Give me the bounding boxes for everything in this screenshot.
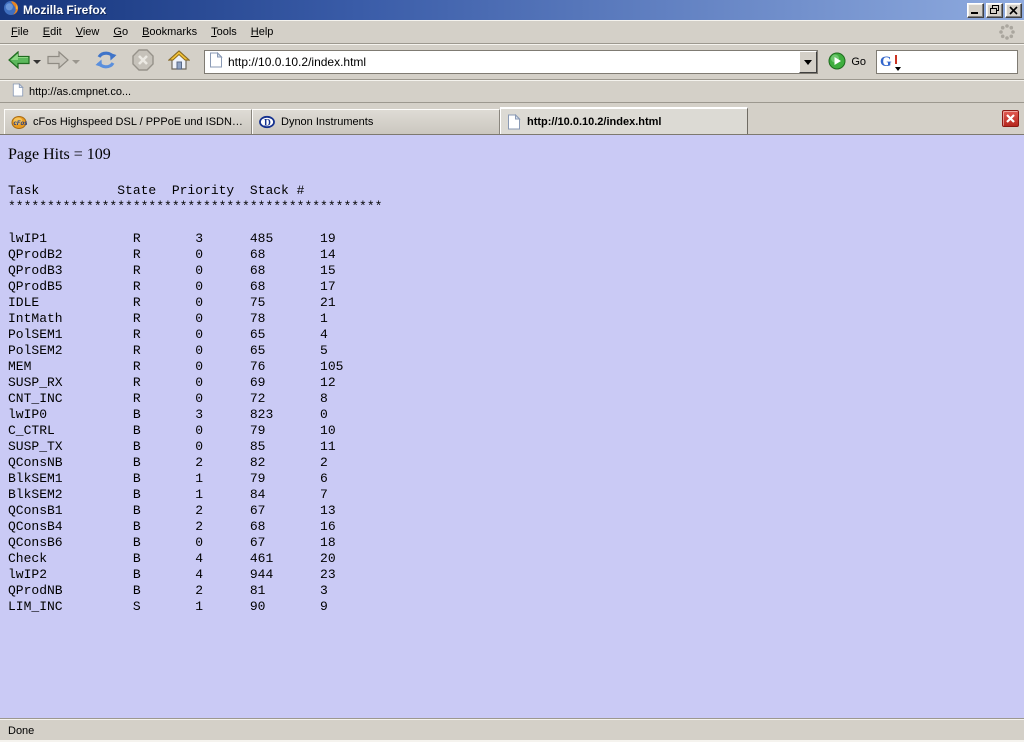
bookmarks-toolbar: http://as.cmpnet.co... bbox=[0, 80, 1024, 103]
back-dropdown-icon[interactable] bbox=[33, 60, 41, 64]
back-button[interactable] bbox=[6, 47, 43, 77]
menu-help[interactable]: Help bbox=[244, 23, 281, 41]
task-table: Task State Priority Stack # ************… bbox=[8, 183, 1024, 615]
dynon-icon: D bbox=[259, 114, 275, 130]
restore-button[interactable] bbox=[986, 3, 1003, 18]
status-bar: Done bbox=[0, 718, 1024, 742]
browser-window: Mozilla Firefox FileEditViewGoBookmarksT… bbox=[0, 0, 1024, 742]
svg-text:cFos: cFos bbox=[14, 121, 28, 127]
page-icon bbox=[507, 114, 521, 130]
tab-label: cFos Highspeed DSL / PPPoE und ISDN CAP.… bbox=[33, 116, 245, 128]
forward-icon bbox=[47, 51, 69, 74]
tab-2[interactable]: D Dynon Instruments bbox=[252, 109, 500, 134]
address-bar[interactable] bbox=[204, 50, 818, 74]
status-text: Done bbox=[8, 725, 34, 737]
menu-edit[interactable]: Edit bbox=[36, 23, 69, 41]
reload-icon bbox=[94, 49, 118, 76]
go-button[interactable]: Go bbox=[826, 52, 872, 73]
menu-go[interactable]: Go bbox=[106, 23, 135, 41]
google-icon[interactable]: G bbox=[880, 53, 900, 71]
go-icon bbox=[828, 52, 846, 73]
page-content: Page Hits = 109 Task State Priority Stac… bbox=[0, 135, 1024, 718]
tab-1[interactable]: cFos cFos Highspeed DSL / PPPoE und ISDN … bbox=[4, 109, 252, 134]
navigation-toolbar: Go G bbox=[0, 44, 1024, 80]
tab-bar: cFos cFos Highspeed DSL / PPPoE und ISDN … bbox=[0, 103, 1024, 135]
svg-text:D: D bbox=[264, 119, 271, 129]
menu-bar: FileEditViewGoBookmarksToolsHelp bbox=[0, 20, 1024, 44]
page-hits: Page Hits = 109 bbox=[8, 145, 1024, 164]
search-box[interactable]: G bbox=[876, 50, 1018, 74]
back-icon bbox=[8, 51, 30, 74]
bookmark-label: http://as.cmpnet.co... bbox=[29, 86, 131, 98]
minimize-button[interactable] bbox=[967, 3, 984, 18]
tab-3-active[interactable]: http://10.0.10.2/index.html bbox=[500, 107, 748, 134]
window-title: Mozilla Firefox bbox=[23, 3, 967, 17]
throbber-icon bbox=[998, 23, 1016, 41]
search-input[interactable] bbox=[900, 55, 1017, 69]
tab-label: http://10.0.10.2/index.html bbox=[527, 116, 661, 128]
page-icon bbox=[209, 52, 223, 73]
cfos-icon: cFos bbox=[11, 114, 27, 130]
menu-file[interactable]: File bbox=[4, 23, 36, 41]
home-button[interactable] bbox=[166, 47, 192, 77]
url-dropdown-button[interactable] bbox=[799, 51, 817, 73]
stop-icon bbox=[132, 49, 154, 76]
chevron-down-icon bbox=[804, 60, 812, 65]
stop-button bbox=[130, 47, 156, 77]
url-input[interactable] bbox=[228, 55, 799, 69]
tab-label: Dynon Instruments bbox=[281, 116, 373, 128]
close-button[interactable] bbox=[1005, 3, 1022, 18]
forward-dropdown-icon bbox=[72, 60, 80, 64]
reload-button[interactable] bbox=[92, 47, 120, 77]
menu-bookmarks[interactable]: Bookmarks bbox=[135, 23, 204, 41]
menu-view[interactable]: View bbox=[69, 23, 107, 41]
forward-button[interactable] bbox=[45, 47, 82, 77]
title-bar: Mozilla Firefox bbox=[0, 0, 1024, 20]
search-engine-caret-icon bbox=[895, 67, 901, 71]
firefox-icon bbox=[3, 0, 19, 21]
home-icon bbox=[168, 50, 190, 75]
menu-tools[interactable]: Tools bbox=[204, 23, 244, 41]
bookmark-item[interactable]: http://as.cmpnet.co... bbox=[6, 81, 137, 102]
go-label: Go bbox=[851, 56, 866, 68]
page-icon bbox=[12, 83, 24, 100]
tab-close-button[interactable] bbox=[1002, 110, 1019, 127]
